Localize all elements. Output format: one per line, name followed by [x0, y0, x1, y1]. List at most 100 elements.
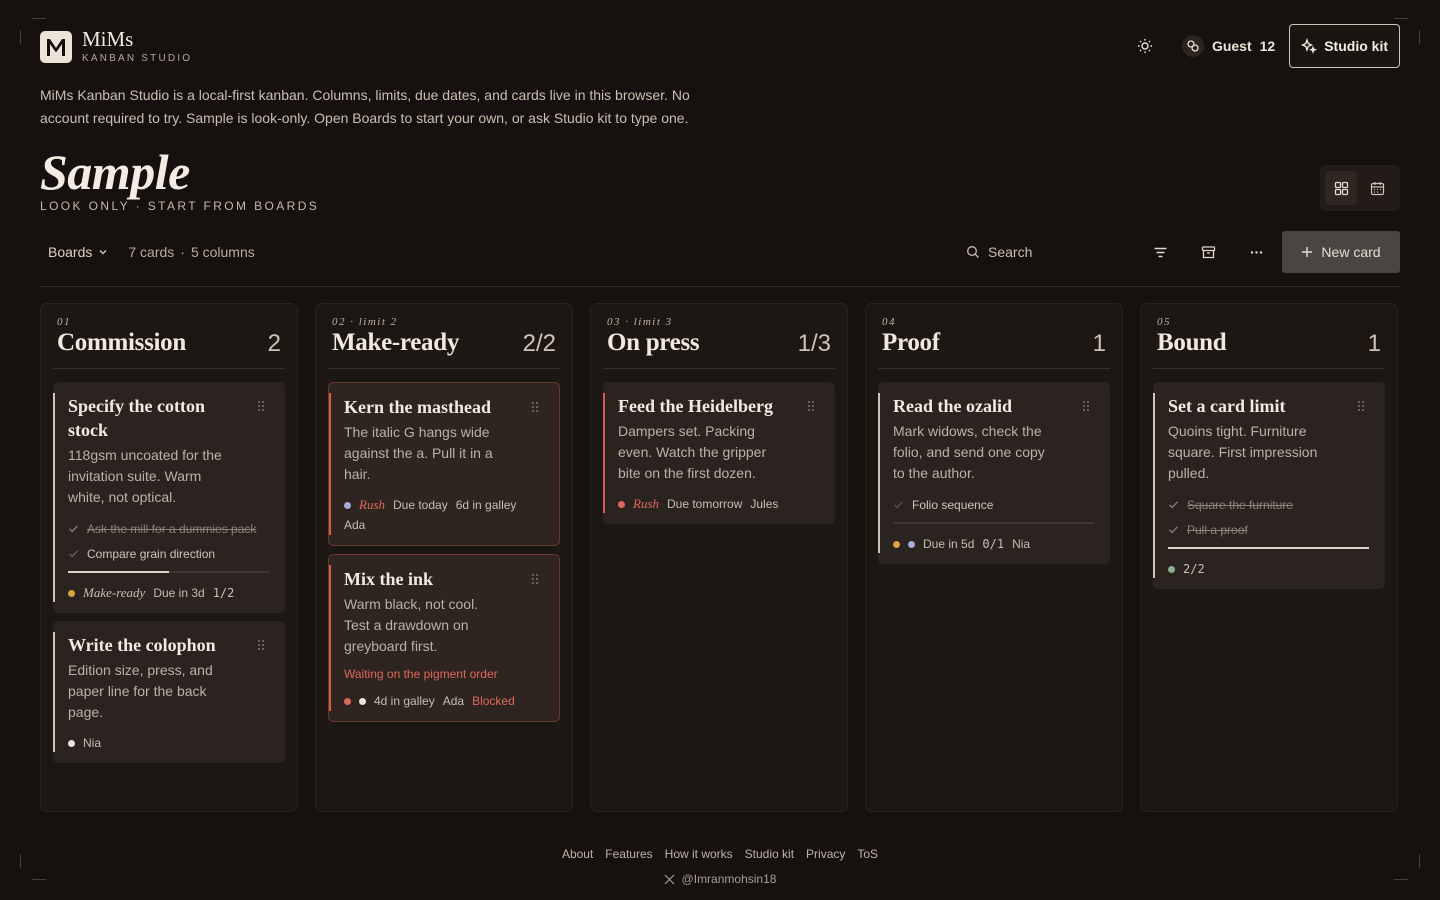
column-commission: 01 Commission 2 Specify the cotton stock…	[40, 303, 298, 812]
guest-icon	[1181, 35, 1204, 57]
card-description: Mark widows, check the folio, and send o…	[893, 423, 1045, 481]
checklist-item[interactable]: Square the furniture	[1168, 492, 1371, 517]
checklist-item-text: Compare grain direction	[87, 546, 216, 561]
studio-kit-button[interactable]: Studio kit	[1289, 24, 1400, 68]
due-date: Due tomorrow	[667, 497, 743, 511]
card[interactable]: Set a card limit Quoins tight. Furniture…	[1153, 382, 1385, 589]
assignee-dot	[359, 697, 366, 705]
card[interactable]: Kern the masthead The italic G hangs wid…	[328, 382, 560, 546]
more-icon	[1250, 250, 1262, 254]
check-icon	[1169, 526, 1178, 534]
social-link[interactable]: @Imranmohsin18	[0, 872, 1440, 886]
column-proof: 04 Proof 1 Read the ozalid Mark widows, …	[865, 303, 1123, 812]
column-count: 1/3	[797, 330, 831, 357]
brand[interactable]: MiMs KANBAN STUDIO	[40, 29, 192, 64]
column-header: Proof 1	[878, 328, 1110, 369]
sun-icon	[1137, 39, 1152, 53]
plus-icon	[1302, 247, 1313, 257]
new-card-button[interactable]: New card	[1282, 231, 1400, 273]
card-meta: 2/2	[1168, 561, 1371, 577]
column-meta: 04	[882, 316, 896, 328]
intro-text: MiMs Kanban Studio is a local-first kanb…	[40, 87, 690, 126]
column-count: 2/2	[522, 330, 556, 357]
drag-handle-icon[interactable]	[531, 573, 539, 585]
column-bound: 05 Bound 1 Set a card limit Quoins tight…	[1140, 303, 1398, 812]
checklist-item-text: Ask the mill for a dummies pack	[87, 521, 257, 536]
assignee-dot	[68, 739, 75, 747]
footer-link-privacy[interactable]: Privacy	[806, 847, 845, 861]
board-view-button[interactable]	[1325, 171, 1357, 205]
checklist-item[interactable]: Compare grain direction	[68, 541, 271, 566]
checklist-item[interactable]: Ask the mill for a dummies pack	[68, 516, 271, 541]
drag-handle-icon[interactable]	[807, 400, 815, 412]
checklist-progress	[1168, 547, 1369, 549]
search-icon	[967, 246, 979, 258]
archive-button[interactable]	[1184, 232, 1232, 272]
column-meta: 05	[1157, 316, 1171, 328]
filter-button[interactable]	[1136, 232, 1184, 272]
card[interactable]: Read the ozalid Mark widows, check the f…	[878, 382, 1110, 564]
footer-link-about[interactable]: About	[562, 847, 593, 861]
boards-label: Boards	[48, 244, 93, 260]
column-title: Bound	[1157, 329, 1227, 356]
drag-handle-icon[interactable]	[1357, 400, 1365, 412]
checklist-item[interactable]: Pull a proof	[1168, 517, 1371, 542]
stage-tag: Make-ready	[83, 585, 146, 600]
complete-dot	[1168, 565, 1175, 573]
footer-link-studio-kit[interactable]: Studio kit	[745, 847, 794, 861]
card[interactable]: Specify the cotton stock 118gsm uncoated…	[53, 382, 285, 613]
chevron-down-icon	[99, 250, 107, 255]
column-header: Commission 2	[53, 328, 285, 369]
cards-count: 7 cards	[128, 244, 175, 260]
due-date: Due today	[393, 498, 448, 512]
footer-links: About Features How it works Studio kit P…	[0, 847, 1440, 861]
drag-handle-icon[interactable]	[257, 639, 265, 651]
card-description: Warm black, not cool. Test a drawdown on…	[344, 596, 479, 654]
social-handle: @Imranmohsin18	[681, 872, 777, 886]
checklist-tally: 2/2	[1183, 562, 1205, 576]
assignee: Nia	[83, 736, 102, 750]
toolbar: Boards 7 cards · 5 columns Search New ca…	[40, 231, 1400, 273]
checklist: Ask the mill for a dummies pack Compare …	[68, 516, 271, 566]
column-header: On press 1/3	[603, 328, 835, 369]
search-input[interactable]: Search	[966, 244, 1136, 260]
card[interactable]: Write the colophon Edition size, press, …	[53, 621, 285, 763]
card-title: Read the ozalid	[893, 396, 1012, 416]
rush-tag: Rush	[633, 496, 659, 511]
checklist-tally: 1/2	[212, 586, 235, 600]
due-date: Due in 3d	[153, 586, 205, 600]
checklist-item-text: Folio sequence	[912, 497, 994, 512]
assignee: Nia	[1012, 537, 1031, 551]
more-options-button[interactable]	[1232, 232, 1280, 272]
app-name: MiMs	[82, 27, 134, 51]
card-meta: Make-ready Due in 3d 1/2	[68, 585, 271, 601]
footer-link-how-it-works[interactable]: How it works	[665, 847, 733, 861]
theme-toggle-button[interactable]	[1130, 31, 1160, 61]
card-description: 118gsm uncoated for the invitation suite…	[68, 447, 222, 505]
column-header: Make-ready 2/2	[328, 328, 560, 369]
card-description: The italic G hangs wide against the a. P…	[344, 424, 493, 482]
guest-count: 12	[1259, 38, 1276, 54]
footer-link-tos[interactable]: ToS	[857, 847, 878, 861]
card[interactable]: Mix the ink Warm black, not cool. Test a…	[328, 554, 560, 722]
column-title: On press	[607, 329, 700, 356]
column-title: Proof	[882, 329, 940, 356]
checklist-item[interactable]: Folio sequence	[893, 492, 1096, 517]
boards-dropdown[interactable]: Boards	[40, 244, 108, 260]
drag-handle-icon[interactable]	[257, 400, 265, 412]
logo	[40, 30, 72, 63]
status-badge: Blocked	[472, 694, 515, 708]
card-title: Kern the masthead	[344, 397, 491, 417]
guest-account-button[interactable]: Guest 12	[1181, 35, 1276, 57]
priority-dot	[893, 540, 900, 548]
priority-dot	[344, 501, 351, 509]
card[interactable]: Feed the Heidelberg Dampers set. Packing…	[603, 382, 835, 524]
card-meta: Rush Due tomorrow Jules	[618, 496, 821, 512]
calendar-icon	[1370, 181, 1384, 195]
drag-handle-icon[interactable]	[531, 401, 539, 413]
footer-link-features[interactable]: Features	[605, 847, 652, 861]
board-counts: 7 cards · 5 columns	[128, 244, 254, 260]
drag-handle-icon[interactable]	[1082, 400, 1090, 412]
calendar-view-button[interactable]	[1361, 171, 1393, 205]
card-meta: Nia	[68, 735, 271, 751]
